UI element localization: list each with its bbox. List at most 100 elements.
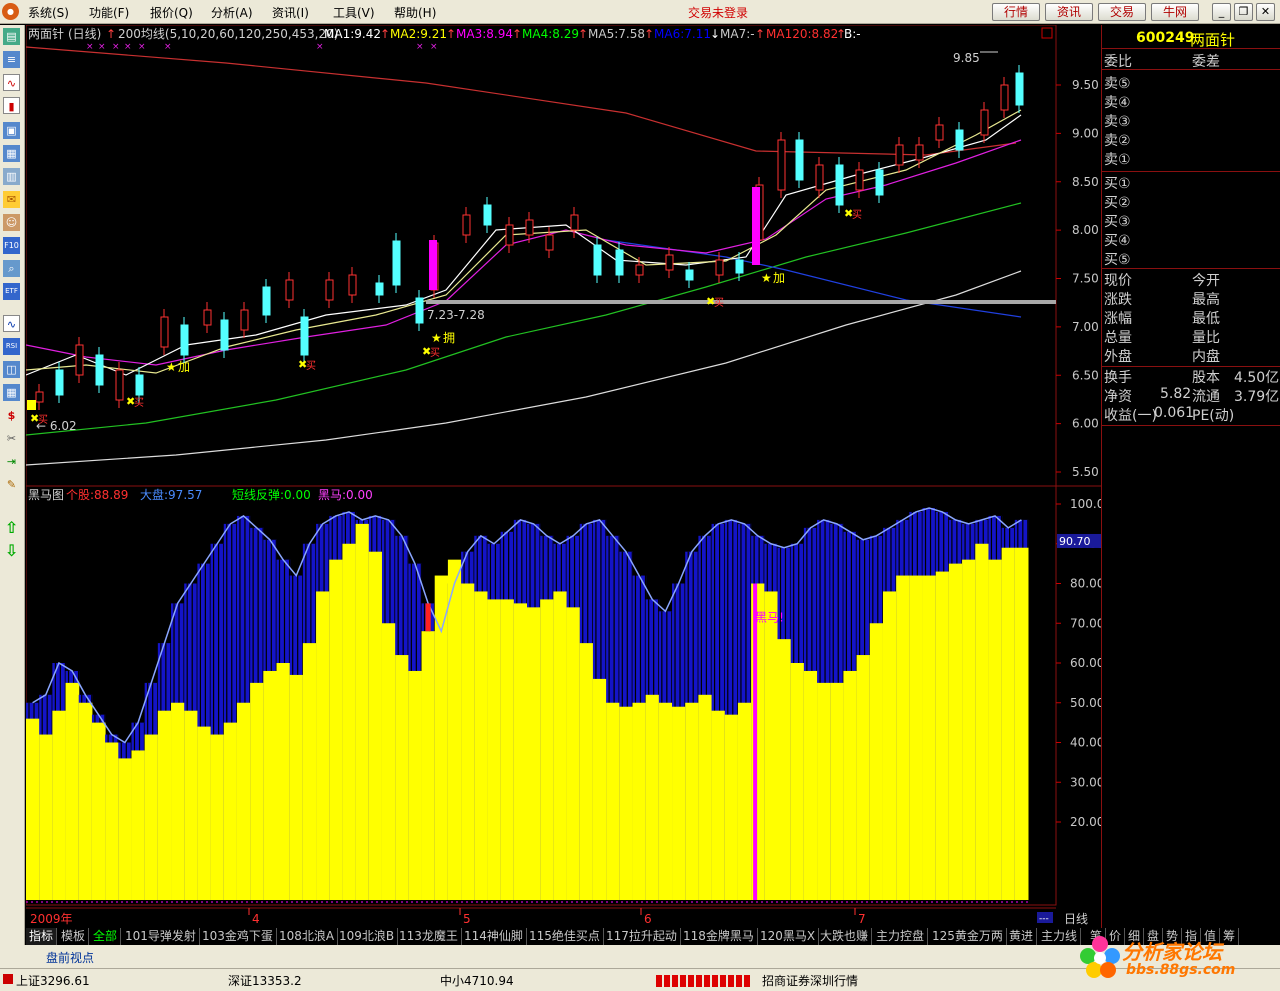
search-icon[interactable]: ⌕ bbox=[3, 260, 20, 277]
range-annotation: 7.23-7.28 bbox=[427, 308, 485, 322]
tab-5[interactable]: 108北浪A bbox=[276, 928, 339, 945]
trend-icon[interactable]: ∿ bbox=[3, 315, 20, 332]
menu-bar: ● 系统(S) 功能(F) 报价(Q) 分析(A) 资讯(I) 工具(V) 帮助… bbox=[0, 0, 1280, 24]
menu-info[interactable]: 资讯(I) bbox=[272, 4, 309, 21]
buy-level-label: 买④ bbox=[1104, 233, 1131, 249]
pen-icon[interactable]: ✎ bbox=[3, 476, 20, 493]
restore-button[interactable]: ❐ bbox=[1234, 3, 1253, 21]
price-tick-label: 7.00 bbox=[1072, 320, 1099, 334]
tab-16[interactable]: 黄进 bbox=[1006, 928, 1038, 945]
up-arrow-icon[interactable]: ⇧ bbox=[3, 519, 20, 536]
menu-function[interactable]: 功能(F) bbox=[89, 4, 129, 21]
sub-tick-label: 80.00 bbox=[1070, 577, 1101, 591]
close-button[interactable]: ✕ bbox=[1256, 3, 1275, 21]
top-marker-icon: × bbox=[316, 42, 324, 52]
line-chart-icon[interactable]: ∿ bbox=[3, 74, 20, 91]
tab-9[interactable]: 115绝佳买点 bbox=[526, 928, 604, 945]
candle-body bbox=[325, 279, 334, 301]
star-icon: ★ bbox=[431, 331, 442, 345]
list-icon[interactable]: ≡ bbox=[3, 51, 20, 68]
money-icon[interactable]: $ bbox=[3, 407, 20, 424]
tool-icon[interactable]: ✂ bbox=[3, 430, 20, 447]
layout-icon[interactable]: ◫ bbox=[3, 361, 20, 378]
niuwang-button[interactable]: 牛网 bbox=[1151, 3, 1199, 21]
quote-label: 最高 bbox=[1192, 292, 1220, 308]
buy-level-label: 买③ bbox=[1104, 214, 1131, 230]
menu-analysis[interactable]: 分析(A) bbox=[211, 4, 253, 21]
stock-bar bbox=[447, 559, 462, 900]
news-button[interactable]: 资讯 bbox=[1045, 3, 1093, 21]
stock-bar bbox=[223, 722, 238, 900]
buy-level-label: 买① bbox=[1104, 176, 1131, 192]
tab-1[interactable]: 模板 bbox=[58, 928, 90, 945]
rsi-icon[interactable]: RSI bbox=[3, 338, 20, 355]
stock-bar bbox=[263, 670, 277, 900]
stock-bar bbox=[105, 742, 119, 900]
stock-bar bbox=[276, 663, 291, 900]
premarket-link[interactable]: 盘前视点 bbox=[46, 949, 94, 966]
stock-bar bbox=[645, 694, 660, 900]
top-marker-icon: × bbox=[430, 42, 438, 52]
tab-3[interactable]: 101导弹发射 bbox=[122, 928, 200, 945]
tab-12[interactable]: 120黑马X bbox=[757, 928, 820, 945]
tab-6[interactable]: 109北浪B bbox=[336, 928, 399, 945]
stock-bar bbox=[513, 603, 528, 900]
tab-4[interactable]: 103金鸡下蛋 bbox=[199, 928, 277, 945]
year-label: 2009年 bbox=[30, 912, 73, 926]
tab-15[interactable]: 125黄金万两 bbox=[929, 928, 1007, 945]
menu-help[interactable]: 帮助(H) bbox=[394, 4, 436, 21]
price-tick-label: 9.00 bbox=[1072, 126, 1099, 140]
sh-index[interactable]: 上证3296.61 bbox=[16, 972, 90, 989]
quote-icon[interactable]: ▤ bbox=[3, 28, 20, 45]
report-icon[interactable]: ▥ bbox=[3, 168, 20, 185]
minimize-button[interactable]: _ bbox=[1212, 3, 1231, 21]
menu-quote[interactable]: 报价(Q) bbox=[150, 4, 193, 21]
fin-value: 5.82 bbox=[1160, 386, 1192, 402]
ma-label-1: MA1:9.42 bbox=[324, 27, 381, 41]
stock-bar bbox=[922, 575, 937, 900]
candle-body bbox=[55, 369, 64, 396]
tab-8[interactable]: 114神仙脚 bbox=[461, 928, 527, 945]
main-chart-period: (日线) bbox=[68, 27, 101, 41]
mail-icon[interactable]: ✉ bbox=[3, 191, 20, 208]
trade-button[interactable]: 交易 bbox=[1098, 3, 1146, 21]
candle-body bbox=[220, 319, 229, 351]
tab-13[interactable]: 大跌也赚 bbox=[817, 928, 873, 945]
window-icon[interactable]: ▣ bbox=[3, 122, 20, 139]
table-icon[interactable]: ▦ bbox=[3, 145, 20, 162]
chart-area[interactable]: 两面针 (日线) ↑ 200均线(5,10,20,60,120,250,453,20)… bbox=[25, 24, 1104, 928]
tab-14[interactable]: 主力控盘 bbox=[873, 928, 929, 945]
candle-chart-icon[interactable]: ▮ bbox=[3, 97, 20, 114]
tab-2[interactable]: 全部 bbox=[90, 928, 122, 945]
tab-7[interactable]: 113龙魔王 bbox=[396, 928, 462, 945]
top-marker-icon: × bbox=[124, 42, 132, 52]
grid-icon[interactable]: ▦ bbox=[3, 384, 20, 401]
tab-10[interactable]: 117拉升起动 bbox=[603, 928, 681, 945]
tab-17[interactable]: 主力线 bbox=[1038, 928, 1082, 945]
fin-value: 3.79亿 bbox=[1234, 389, 1280, 405]
login-status[interactable]: 交易未登录 bbox=[688, 4, 748, 21]
top-marker-icon: × bbox=[112, 42, 120, 52]
month-label: 4 bbox=[252, 912, 260, 926]
users-icon[interactable]: ☺ bbox=[3, 214, 20, 231]
f10-icon[interactable]: F10 bbox=[3, 237, 20, 254]
export-icon[interactable]: ⇥ bbox=[3, 453, 20, 470]
sz-index[interactable]: 深证13353.2 bbox=[228, 972, 302, 989]
tab-0[interactable]: 指标 bbox=[26, 928, 58, 945]
stock-bar bbox=[553, 591, 568, 900]
stock-bar bbox=[26, 718, 40, 900]
candle-body bbox=[593, 244, 602, 276]
down-arrow-icon[interactable]: ⇩ bbox=[3, 542, 20, 559]
chart-canvas[interactable]: 两面针 (日线) ↑ 200均线(5,10,20,60,120,250,453,20)… bbox=[25, 24, 1104, 928]
menu-tools[interactable]: 工具(V) bbox=[333, 4, 375, 21]
market-button[interactable]: 行情 bbox=[992, 3, 1040, 21]
tab-11[interactable]: 118金牌黑马 bbox=[680, 928, 758, 945]
top-marker-icon: × bbox=[416, 42, 424, 52]
etf-icon[interactable]: ETF bbox=[3, 283, 20, 300]
sme-index[interactable]: 中小4710.94 bbox=[440, 972, 514, 989]
sub-tick-label: 70.00 bbox=[1070, 616, 1101, 630]
stock-bar bbox=[302, 643, 317, 900]
candle-body bbox=[980, 109, 989, 136]
menu-system[interactable]: 系统(S) bbox=[28, 4, 69, 21]
stock-bar bbox=[408, 670, 423, 900]
